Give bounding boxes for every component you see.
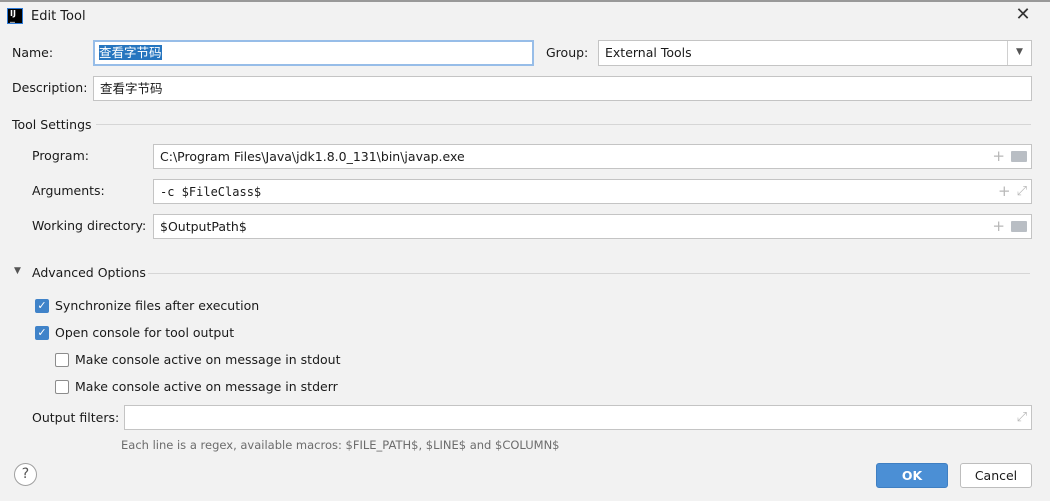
output-filters-input[interactable]: ⤢ <box>124 405 1032 430</box>
expand-icon[interactable]: ⤢ <box>1017 183 1027 200</box>
name-value: 查看字节码 <box>99 45 162 60</box>
program-input[interactable]: C:\Program Files\Java\jdk1.8.0_131\bin\j… <box>153 144 1032 169</box>
stdout-active-checkbox[interactable] <box>55 353 69 367</box>
help-button[interactable]: ? <box>14 463 37 486</box>
arguments-input[interactable]: -c $FileClass$ + ⤢ <box>153 179 1032 204</box>
background-window-edge <box>0 0 1050 2</box>
working-directory-value: $OutputPath$ <box>160 219 247 234</box>
insert-macro-icon[interactable]: + <box>992 148 1005 165</box>
arguments-value: -c $FileClass$ <box>160 185 262 199</box>
close-icon[interactable]: ✕ <box>1013 5 1033 25</box>
output-filters-hint: Each line is a regex, available macros: … <box>121 438 560 452</box>
cancel-button[interactable]: Cancel <box>960 463 1032 488</box>
intellij-logo-icon: IJ ─ <box>7 8 23 27</box>
ok-button[interactable]: OK <box>876 463 948 488</box>
program-value: C:\Program Files\Java\jdk1.8.0_131\bin\j… <box>160 149 465 164</box>
sync-files-label: Synchronize files after execution <box>55 298 260 313</box>
stderr-active-label: Make console active on message in stderr <box>75 379 338 394</box>
tool-settings-title: Tool Settings <box>12 117 92 132</box>
open-console-checkbox[interactable]: ✓ <box>35 326 49 340</box>
group-select[interactable]: External Tools ▼ <box>598 40 1032 66</box>
divider <box>96 124 1031 125</box>
insert-macro-icon[interactable]: + <box>992 218 1005 235</box>
insert-macro-icon[interactable]: + <box>998 183 1011 200</box>
working-directory-label: Working directory: <box>32 218 147 233</box>
program-label: Program: <box>32 148 89 163</box>
stderr-active-checkbox[interactable] <box>55 380 69 394</box>
open-console-label: Open console for tool output <box>55 325 235 340</box>
dialog-title: Edit Tool <box>31 9 86 24</box>
sync-files-checkbox[interactable]: ✓ <box>35 299 49 313</box>
folder-icon[interactable] <box>1011 151 1027 162</box>
advanced-options-toggle[interactable]: Advanced Options <box>32 265 146 280</box>
group-value: External Tools <box>605 45 692 60</box>
name-label: Name: <box>12 45 54 60</box>
stdout-active-label: Make console active on message in stdout <box>75 352 341 367</box>
divider <box>148 273 1030 274</box>
working-directory-input[interactable]: $OutputPath$ + <box>153 214 1032 239</box>
output-filters-label: Output filters: <box>32 410 120 425</box>
arguments-label: Arguments: <box>32 183 105 198</box>
chevron-down-icon[interactable]: ▼ <box>1007 41 1031 65</box>
collapse-triangle-icon[interactable]: ▼ <box>14 266 21 276</box>
description-label: Description: <box>12 80 88 95</box>
group-label: Group: <box>546 45 589 60</box>
description-input[interactable]: 查看字节码 <box>93 76 1032 101</box>
name-input[interactable]: 查看字节码 <box>93 40 534 66</box>
expand-icon[interactable]: ⤢ <box>1017 409 1027 426</box>
folder-icon[interactable] <box>1011 221 1027 232</box>
